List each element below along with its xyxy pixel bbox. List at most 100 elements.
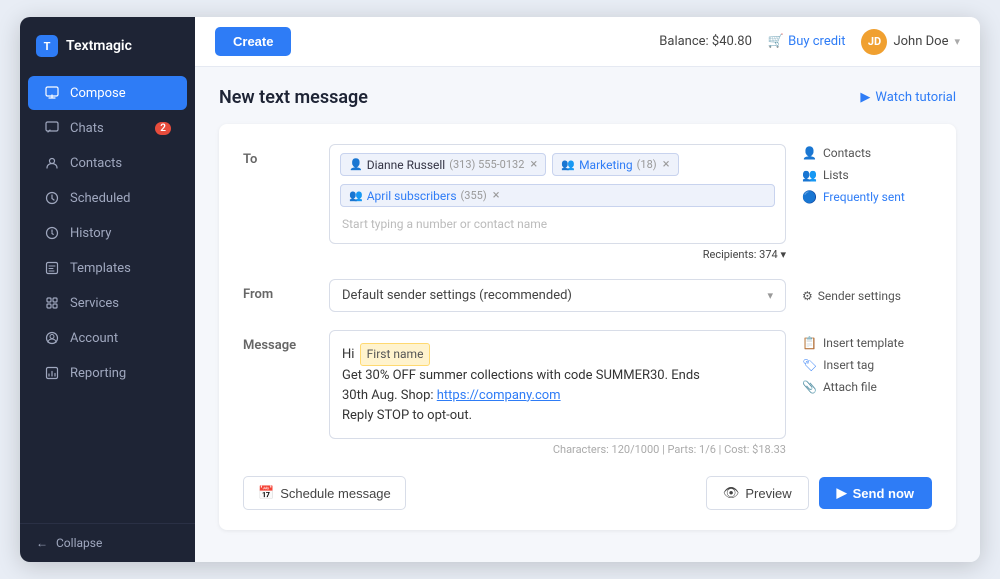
from-select[interactable]: Default sender settings (recommended) ▾	[329, 279, 786, 312]
sidebar-item-services[interactable]: Services	[28, 286, 187, 320]
to-field-box[interactable]: 👤 Dianne Russell (313) 555-0132 × 👥 Mark…	[329, 144, 786, 244]
message-label: Message	[243, 330, 313, 353]
frequently-sent-link[interactable]: 🔵 Frequently sent	[802, 190, 932, 204]
reporting-label: Reporting	[70, 366, 126, 381]
schedule-button[interactable]: 📅 Schedule message	[243, 476, 406, 510]
to-field: 👤 Dianne Russell (313) 555-0132 × 👥 Mark…	[329, 144, 786, 261]
collapse-label: Collapse	[56, 536, 102, 550]
gear-icon: ⚙	[802, 289, 813, 303]
to-label: To	[243, 144, 313, 167]
tag-list-close[interactable]: ×	[663, 157, 670, 172]
contacts-link-icon: 👤	[802, 146, 817, 160]
sidebar-item-account[interactable]: Account	[28, 321, 187, 355]
message-prefix: Hi	[342, 347, 354, 362]
user-name: John Doe	[893, 34, 948, 49]
message-row: Message Hi First name Get 30% OFF summer…	[243, 330, 932, 456]
message-side-links: 📋 Insert template 🏷 Insert tag 📎 Attach …	[802, 330, 932, 394]
to-placeholder: Start typing a number or contact name	[340, 213, 549, 235]
scheduled-label: Scheduled	[70, 191, 130, 206]
eye-icon: 👁	[723, 485, 740, 501]
sidebar-item-chats[interactable]: Chats 2	[28, 111, 187, 145]
services-label: Services	[70, 296, 119, 311]
right-actions: 👁 Preview ▶ Send now	[706, 476, 932, 510]
send-icon: ▶	[837, 485, 847, 501]
contacts-link[interactable]: 👤 Contacts	[802, 146, 932, 160]
create-button[interactable]: Create	[215, 27, 291, 56]
logo-text: Textmagic	[66, 38, 132, 54]
play-icon: ▶	[860, 90, 870, 105]
to-tag-list-subscribers[interactable]: 👥 April subscribers (355) ×	[340, 184, 775, 207]
insert-template-link[interactable]: 📋 Insert template	[802, 336, 932, 350]
content-area: New text message ▶ Watch tutorial To 👤	[195, 67, 980, 562]
preview-button[interactable]: 👁 Preview	[706, 476, 809, 510]
sidebar-item-scheduled[interactable]: Scheduled	[28, 181, 187, 215]
contacts-label: Contacts	[70, 156, 122, 171]
account-icon	[44, 330, 60, 346]
tag-contact-detail: (313) 555-0132	[449, 158, 524, 171]
topbar: Create Balance: $40.80 🛒 Buy credit JD J…	[195, 17, 980, 67]
topbar-right: Balance: $40.80 🛒 Buy credit JD John Doe…	[659, 29, 960, 55]
calendar-icon: 📅	[258, 485, 274, 501]
from-field: Default sender settings (recommended) ▾	[329, 279, 786, 312]
logo-icon: T	[36, 35, 58, 57]
from-row: From Default sender settings (recommende…	[243, 279, 932, 312]
tag-list2-name: April subscribers	[367, 189, 457, 203]
sidebar-item-reporting[interactable]: Reporting	[28, 356, 187, 390]
message-link[interactable]: https://company.com	[437, 388, 561, 403]
tag-list-detail: (18)	[637, 158, 657, 171]
to-tag-list-marketing[interactable]: 👥 Marketing (18) ×	[552, 153, 678, 176]
attach-icon: 📎	[802, 380, 817, 394]
reporting-icon	[44, 365, 60, 381]
tag-icon: 🏷	[802, 358, 817, 372]
tag-contact-close[interactable]: ×	[530, 157, 537, 172]
recipients-dropdown[interactable]: ▾	[780, 248, 786, 261]
chats-badge: 2	[155, 122, 171, 135]
collapse-button[interactable]: ← Collapse	[36, 536, 179, 550]
message-textarea[interactable]: Hi First name Get 30% OFF summer collect…	[329, 330, 786, 439]
message-body1: Get 30% OFF summer collections with code…	[342, 368, 700, 383]
sidebar-item-history[interactable]: History	[28, 216, 187, 250]
user-menu[interactable]: JD John Doe ▾	[861, 29, 960, 55]
to-tag-contact[interactable]: 👤 Dianne Russell (313) 555-0132 ×	[340, 153, 546, 176]
insert-tag-link[interactable]: 🏷 Insert tag	[802, 358, 932, 372]
message-field: Hi First name Get 30% OFF summer collect…	[329, 330, 786, 456]
list-icon: 👥	[561, 158, 575, 171]
chats-icon	[44, 120, 60, 136]
sidebar-nav: Compose Chats 2 Contacts Scheduled	[20, 71, 195, 523]
services-icon	[44, 295, 60, 311]
templates-label: Templates	[70, 261, 131, 276]
tag-list-name: Marketing	[579, 158, 633, 172]
cart-icon: 🛒	[768, 34, 784, 49]
actions-row: 📅 Schedule message 👁 Preview ▶ Send now	[243, 476, 932, 510]
tag-list2-close[interactable]: ×	[493, 188, 500, 203]
account-label: Account	[70, 331, 118, 346]
sidebar-bottom: ← Collapse	[20, 523, 195, 562]
send-button[interactable]: ▶ Send now	[819, 477, 932, 509]
contacts-icon	[44, 155, 60, 171]
from-chevron-icon: ▾	[767, 289, 773, 302]
message-tools: 📋 Insert template 🏷 Insert tag 📎 Attach …	[802, 332, 932, 394]
history-icon	[44, 225, 60, 241]
compose-icon	[44, 85, 60, 101]
sidebar-item-templates[interactable]: Templates	[28, 251, 187, 285]
lists-link[interactable]: 👥 Lists	[802, 168, 932, 182]
user-avatar: JD	[861, 29, 887, 55]
main-area: Create Balance: $40.80 🛒 Buy credit JD J…	[195, 17, 980, 562]
sidebar-item-compose[interactable]: Compose	[28, 76, 187, 110]
tag-list2-detail: (355)	[461, 189, 487, 202]
frequently-sent-icon: 🔵	[802, 190, 817, 204]
first-name-tag[interactable]: First name	[360, 343, 431, 366]
recipients-count: Recipients: 374 ▾	[329, 248, 786, 261]
list2-icon: 👥	[349, 189, 363, 202]
from-label: From	[243, 279, 313, 302]
scheduled-icon	[44, 190, 60, 206]
buy-credit-link[interactable]: 🛒 Buy credit	[768, 34, 846, 49]
tag-contact-name: Dianne Russell	[367, 158, 446, 172]
sender-settings-link[interactable]: ⚙ Sender settings	[802, 281, 932, 303]
to-side-links: 👤 Contacts 👥 Lists 🔵 Frequently sent	[802, 144, 932, 204]
to-row: To 👤 Dianne Russell (313) 555-0132 ×	[243, 144, 932, 261]
attach-file-link[interactable]: 📎 Attach file	[802, 380, 932, 394]
sidebar-item-contacts[interactable]: Contacts	[28, 146, 187, 180]
from-value: Default sender settings (recommended)	[342, 288, 572, 303]
watch-tutorial-link[interactable]: ▶ Watch tutorial	[860, 90, 956, 105]
